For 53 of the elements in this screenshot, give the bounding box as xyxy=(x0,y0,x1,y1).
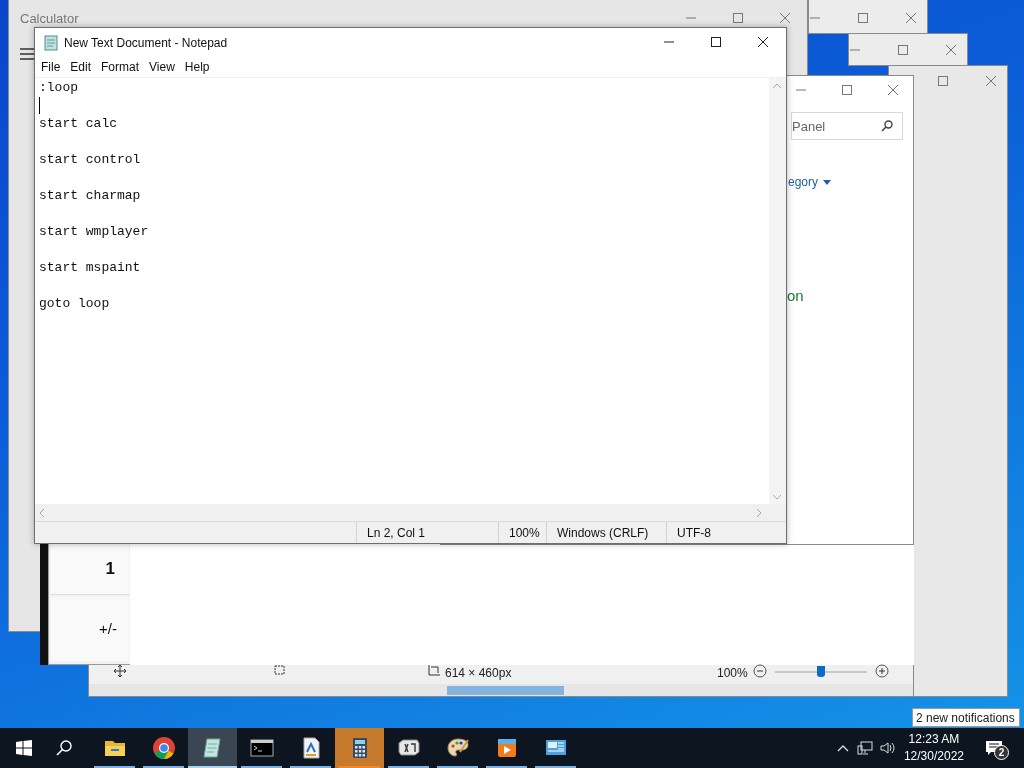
clock[interactable]: 12:23 AM 12/30/2022 xyxy=(899,728,968,768)
console-icon xyxy=(249,736,274,760)
menu-icon[interactable] xyxy=(20,48,36,60)
window-title: New Text Document - Notepad xyxy=(64,34,228,52)
status-text: Windows (CRLF) xyxy=(557,524,649,542)
category-link[interactable]: on xyxy=(787,285,804,308)
taskbar-button[interactable] xyxy=(188,728,237,768)
search-icon xyxy=(881,120,893,132)
text-line: start wmplayer xyxy=(39,223,150,241)
negate-key[interactable]: +/- xyxy=(51,597,129,661)
windows-logo-icon[interactable] xyxy=(16,740,32,756)
menu-item[interactable]: Format xyxy=(96,58,145,76)
notepad-icon xyxy=(43,34,59,51)
status-text: Ln 2, Col 1 xyxy=(367,524,426,542)
status-text: UTF-8 xyxy=(677,524,711,542)
move-icon xyxy=(114,665,126,677)
text-line: start control xyxy=(39,151,142,169)
close-icon[interactable] xyxy=(757,36,769,48)
image-size: 614 × 460px xyxy=(445,665,512,682)
browser-icon xyxy=(151,736,176,760)
view-by-link[interactable]: egory xyxy=(788,173,819,191)
text-line: start calc xyxy=(39,115,118,133)
tooltip: 2 new notifications xyxy=(912,708,1020,727)
image-size-icon xyxy=(428,665,440,677)
window-title: Calculator xyxy=(20,10,79,28)
volume-icon[interactable] xyxy=(879,741,896,755)
zoom-percent: 100% xyxy=(717,665,748,682)
notifications-button[interactable]: 2 xyxy=(974,728,1014,768)
digit-key[interactable]: 1 xyxy=(51,543,129,595)
menu-item[interactable]: View xyxy=(144,58,180,76)
menu-item[interactable]: Edit xyxy=(65,58,97,76)
palette-icon xyxy=(445,736,470,760)
zoom-out-icon[interactable] xyxy=(753,664,767,678)
maximize-icon[interactable] xyxy=(710,36,722,48)
text-line: goto loop xyxy=(39,295,111,313)
text-editor[interactable]: :loop start calc start control start charmap start wmplayer start mspaint goto loop xyxy=(35,78,769,504)
selection-icon xyxy=(274,665,286,677)
menu-item[interactable]: Help xyxy=(179,58,215,76)
notification-count: 2 xyxy=(994,745,1009,760)
horizontal-scrollbar[interactable] xyxy=(89,684,913,696)
search-icon[interactable] xyxy=(56,740,72,756)
text-line: start mspaint xyxy=(39,259,142,277)
slider-thumb[interactable] xyxy=(817,666,825,677)
zoom-in-icon[interactable] xyxy=(875,664,889,678)
search-field[interactable]: Panel xyxy=(791,112,903,140)
status-text: 100% xyxy=(509,524,540,542)
text-line: start charmap xyxy=(39,187,142,205)
text-line: :loop xyxy=(39,79,79,97)
scrollbar-thumb[interactable] xyxy=(447,686,564,695)
network-icon[interactable] xyxy=(856,741,873,755)
menu-item[interactable]: File xyxy=(36,58,66,76)
chevron-up-icon[interactable] xyxy=(836,744,849,752)
dropdown-icon[interactable] xyxy=(823,179,832,185)
